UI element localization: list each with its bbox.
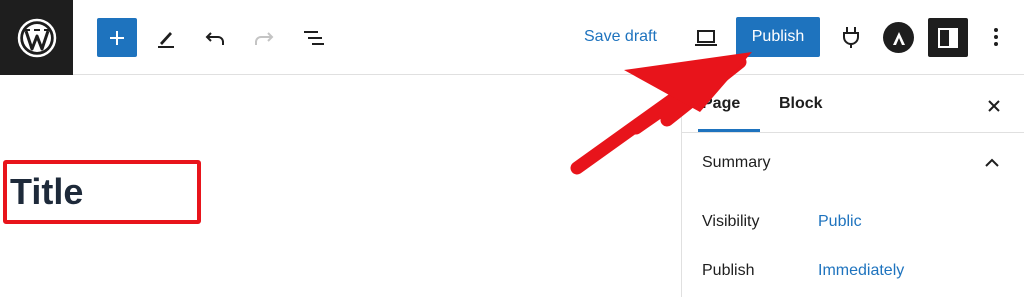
list-view-icon <box>304 30 324 45</box>
visibility-value[interactable]: Public <box>818 213 862 231</box>
tab-page[interactable]: Page <box>702 95 740 113</box>
undo-button[interactable] <box>195 18 235 57</box>
plugin-button[interactable] <box>836 22 866 52</box>
wordpress-logo-icon <box>17 18 56 57</box>
settings-sidebar-button[interactable] <box>928 18 968 57</box>
more-options-icon <box>994 28 998 46</box>
add-block-button[interactable] <box>97 18 137 57</box>
close-sidebar-button[interactable] <box>982 94 1006 118</box>
edit-tools-button[interactable] <box>146 18 186 57</box>
sidebar-tabs: Page Block <box>682 76 1024 133</box>
save-draft-button[interactable]: Save draft <box>584 28 657 46</box>
redo-icon <box>255 31 274 45</box>
close-icon <box>988 100 1000 112</box>
more-options-button[interactable] <box>984 22 1008 52</box>
chevron-up-icon <box>985 158 999 167</box>
plugin-icon <box>843 27 859 48</box>
settings-sidebar: Page Block Summary Visibility Public Pub… <box>681 76 1024 297</box>
list-view-button[interactable] <box>294 18 334 57</box>
astra-settings-button[interactable] <box>883 22 914 53</box>
editor-toolbar: Save draft Publish <box>0 0 1024 75</box>
wordpress-logo-button[interactable] <box>0 0 73 75</box>
redo-button[interactable] <box>244 18 284 57</box>
publish-button[interactable]: Publish <box>736 17 820 57</box>
sidebar-settings-icon <box>938 27 958 48</box>
active-tab-indicator <box>698 129 760 132</box>
publish-value[interactable]: Immediately <box>818 262 904 280</box>
undo-icon <box>205 31 224 45</box>
plus-icon <box>110 30 124 45</box>
summary-toggle[interactable] <box>981 152 1003 174</box>
editor-canvas: Title <box>0 76 681 297</box>
title-highlight-box <box>3 160 201 224</box>
summary-panel-header[interactable]: Summary <box>702 154 770 172</box>
publish-label: Publish <box>702 262 755 279</box>
pencil-icon <box>158 31 174 48</box>
astra-icon <box>892 31 905 45</box>
tab-block[interactable]: Block <box>779 95 823 113</box>
visibility-label: Visibility <box>702 213 760 230</box>
desktop-preview-icon <box>695 30 717 46</box>
preview-button[interactable] <box>690 22 722 54</box>
